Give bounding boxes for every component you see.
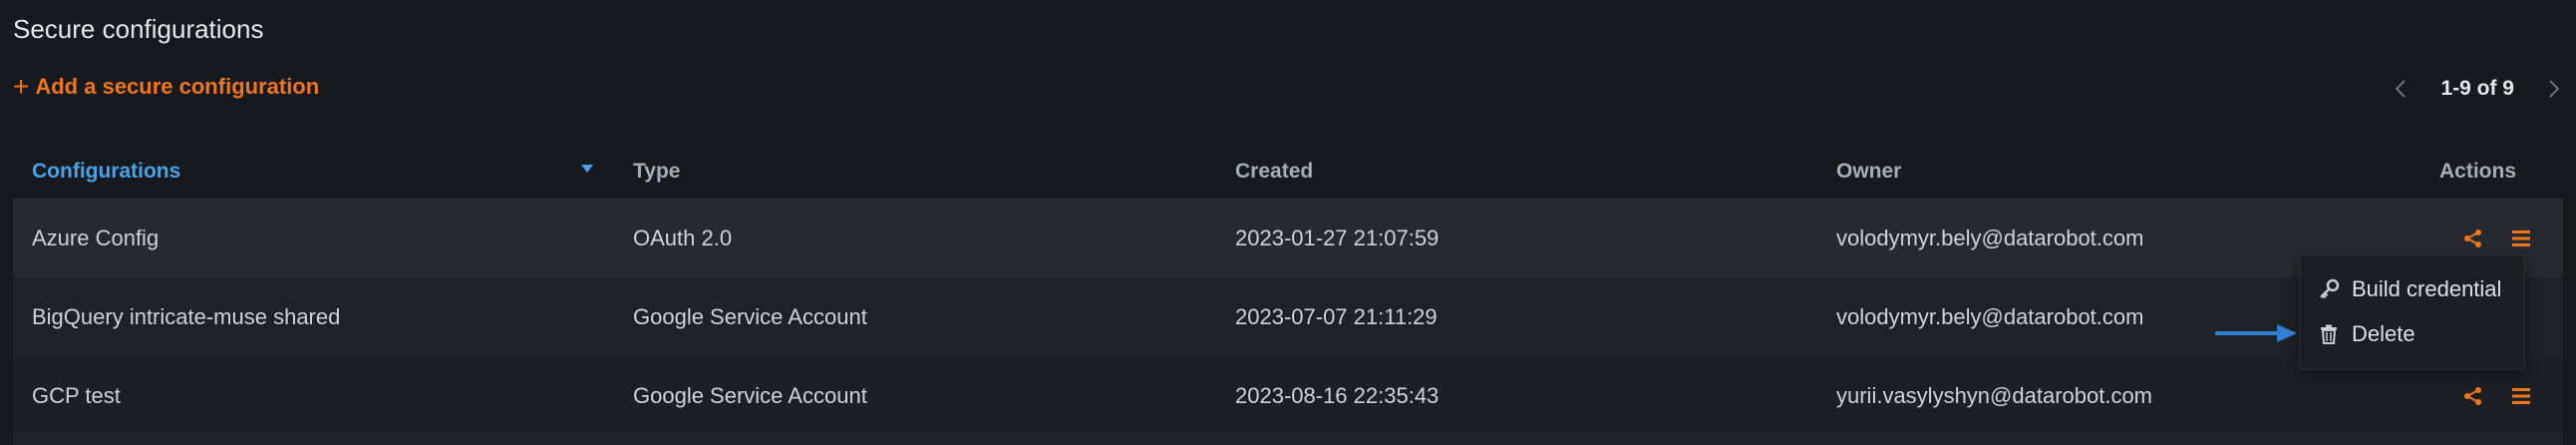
pagination: 1-9 of 9 [2379, 68, 2576, 110]
created-cell: 2023-08-16 22:35:43 [1235, 383, 1440, 408]
config-name-cell: Azure Config [32, 225, 160, 250]
column-header-configurations[interactable]: Configurations [32, 160, 180, 184]
add-configuration-label: Add a secure configuration [35, 74, 320, 99]
owner-cell: volodymyr.bely@datarobot.com [1836, 225, 2144, 250]
menu-item-label: Delete [2352, 321, 2415, 346]
config-name-cell: BigQuery intricate-muse shared [32, 304, 341, 329]
column-header-actions: Actions [2439, 160, 2517, 183]
type-cell: OAuth 2.0 [633, 225, 733, 250]
menu-item-build-credential[interactable]: Build credential [2318, 271, 2501, 307]
hamburger-menu-icon[interactable] [2508, 383, 2534, 409]
share-icon[interactable] [2460, 383, 2486, 409]
created-cell: 2023-07-07 21:11:29 [1235, 304, 1438, 329]
config-name-cell: GCP test [32, 383, 121, 408]
add-configuration-button[interactable]: + Add a secure configuration [13, 71, 320, 102]
next-page-button[interactable] [2532, 68, 2576, 110]
configurations-table: Configurations Type Created Owner Action… [13, 145, 2563, 436]
table-row[interactable]: BigQuery intricate-muse shared Google Se… [13, 278, 2563, 357]
column-header-type[interactable]: Type [633, 160, 680, 184]
pagination-range: 1-9 of 9 [2440, 77, 2514, 100]
owner-cell: volodymyr.bely@datarobot.com [1836, 304, 2144, 329]
table-row-partial [13, 432, 2563, 445]
column-header-created[interactable]: Created [1235, 160, 1313, 184]
table-header: Configurations Type Created Owner Action… [13, 145, 2563, 200]
hamburger-menu-icon[interactable] [2508, 225, 2534, 251]
share-icon[interactable] [2460, 225, 2486, 251]
sort-descending-icon[interactable] [581, 165, 593, 173]
owner-cell: yurii.vasylyshyn@datarobot.com [1836, 383, 2153, 408]
type-cell: Google Service Account [633, 304, 867, 329]
menu-item-delete[interactable]: Delete [2318, 316, 2415, 352]
column-header-owner[interactable]: Owner [1836, 160, 1901, 184]
trash-icon [2321, 324, 2337, 344]
created-cell: 2023-01-27 21:07:59 [1235, 225, 1440, 250]
chevron-right-icon [2549, 80, 2560, 98]
table-row[interactable]: Azure Config OAuth 2.0 2023-01-27 21:07:… [13, 200, 2563, 278]
previous-page-button[interactable] [2379, 68, 2422, 110]
chevron-left-icon [2396, 80, 2407, 98]
key-icon [2320, 278, 2340, 299]
type-cell: Google Service Account [633, 383, 867, 408]
annotation-arrow-icon [2215, 324, 2297, 342]
table-row[interactable]: GCP test Google Service Account 2023-08-… [13, 357, 2563, 436]
plus-icon: + [13, 71, 30, 102]
page-title: Secure configurations [13, 14, 264, 44]
actions-dropdown-menu: Build credential Delete [2299, 254, 2525, 370]
menu-item-label: Build credential [2352, 276, 2502, 301]
